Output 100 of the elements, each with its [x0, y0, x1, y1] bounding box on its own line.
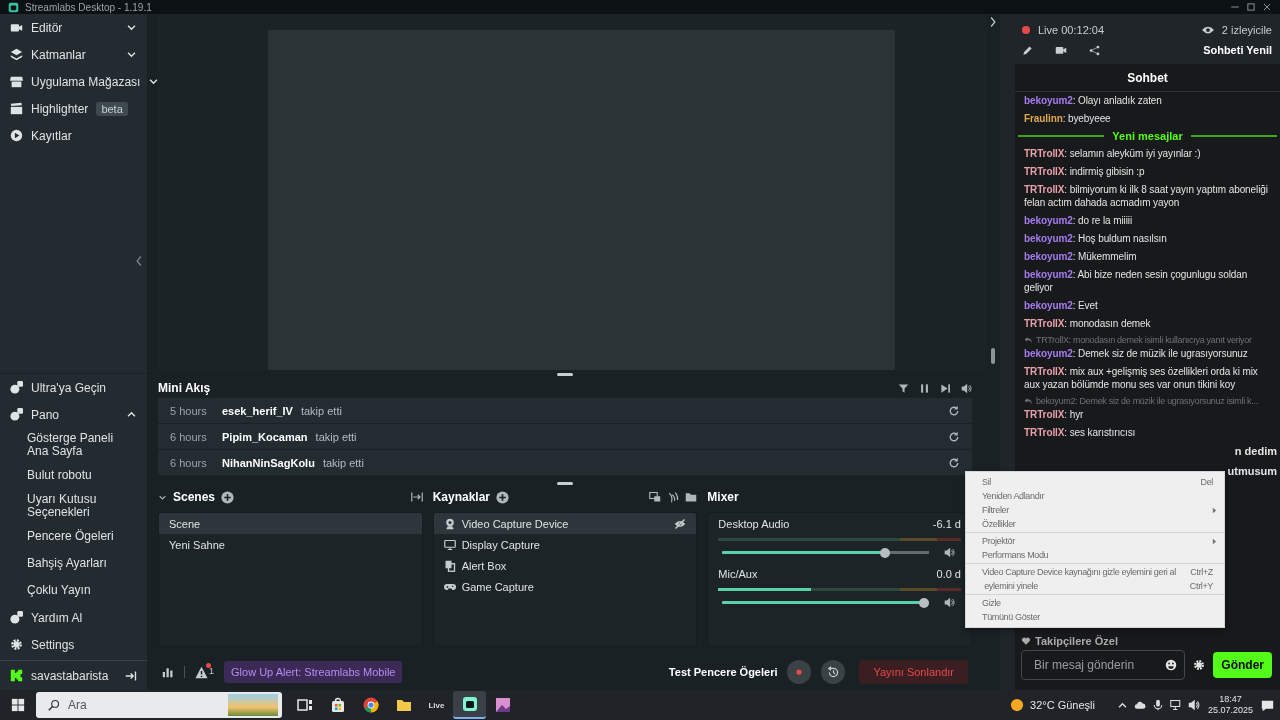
weather-text[interactable]: 32°C Güneşli	[1030, 699, 1095, 711]
volume-icon[interactable]	[944, 597, 955, 608]
sidebar-item[interactable]: Katmanlar	[0, 41, 147, 68]
channel-name: Mic/Aux	[718, 568, 758, 582]
network-icon[interactable]	[1169, 699, 1182, 711]
replay-button[interactable]	[821, 660, 846, 684]
menu-item[interactable]: Özellikler	[966, 517, 1224, 531]
volume-icon[interactable]	[1187, 699, 1200, 711]
volume-reading: 0.0 d	[936, 568, 961, 582]
chat-message: TRTrollX: monodasın demek	[1024, 317, 1152, 330]
ultra-icon	[10, 381, 23, 394]
slider-thumb[interactable]	[919, 597, 929, 608]
resize-handle[interactable]	[557, 481, 573, 485]
store-icon	[329, 697, 346, 713]
menu-item[interactable]: Gizle	[966, 596, 1224, 610]
source-item[interactable]: Display Capture	[433, 534, 697, 555]
chat-message: TRTrollX: hyr	[1024, 408, 1085, 421]
edit-icon[interactable]	[1022, 44, 1033, 56]
skip-icon[interactable]	[940, 382, 951, 394]
logout-icon[interactable]	[125, 669, 137, 682]
replay-icon[interactable]	[948, 404, 960, 417]
filter-icon[interactable]	[898, 382, 909, 394]
scene-item[interactable]: Scene	[159, 513, 422, 534]
sidebar-item[interactable]: Highlighter beta	[0, 95, 147, 122]
sidebar-subitem[interactable]: Gösterge Paneli Ana Sayfa	[0, 428, 147, 462]
menu-item[interactable]: eylemini yinele Ctrl+Y	[966, 579, 1224, 593]
sidebar-subitem[interactable]: Çoklu Yayın	[0, 577, 147, 604]
end-stream-button[interactable]: Yayını Sonlandır	[859, 660, 968, 684]
taskbar-app[interactable]: Live	[420, 691, 453, 719]
screens-icon[interactable]	[649, 491, 662, 503]
replay-icon[interactable]	[948, 430, 960, 443]
event-time: 6 hours	[170, 430, 208, 443]
chat-message: TRTrollX: mix aux +gelişmiş ses özellikleri orda ki mix aux yazan bölümde monu ses var onun tikini koy	[1024, 365, 1259, 391]
scene-item[interactable]: Yeni Sahne	[159, 534, 422, 555]
event-action: takip etti	[300, 404, 343, 417]
sidebar-item[interactable]: Kayıtlar	[0, 122, 147, 149]
panel-title: Scenes	[173, 490, 216, 504]
replay-icon[interactable]	[948, 456, 960, 469]
warning-icon[interactable]	[195, 665, 208, 679]
chat-message: bekoyum2: Abi bize neden sesin çogunlugu soldan geliyor	[1024, 268, 1249, 294]
new-messages-divider: Yeni mesajlar	[1112, 130, 1183, 142]
send-button[interactable]: Gönder	[1213, 652, 1272, 678]
notifications-icon[interactable]	[1261, 698, 1274, 712]
eye-slash-icon[interactable]	[674, 517, 687, 530]
kick-logo-icon	[10, 669, 23, 682]
notification-badge[interactable]: Glow Up Alert: Streamlabs Mobile	[224, 661, 403, 683]
pause-icon[interactable]	[919, 382, 930, 394]
menu-item[interactable]: Yeniden Adlandır	[966, 489, 1224, 503]
refresh-chat-link[interactable]: Sohbeti Yenil	[1203, 44, 1272, 56]
sidebar-item[interactable]: Editör	[0, 14, 147, 41]
menu-item[interactable]: Sil Del	[966, 475, 1224, 489]
settings-icon	[10, 638, 23, 651]
menu-item[interactable]: Performans Modu	[966, 548, 1224, 562]
sidebar-subitem[interactable]: Bahşiş Ayarları	[0, 550, 147, 577]
reply-note: TRTrollX: monodasın demek isimli kullanıcıya yanıt veriyor	[1036, 335, 1252, 346]
source-item[interactable]: Alert Box	[433, 555, 697, 576]
sidebar-item[interactable]: Ultra'ya Geçin	[0, 374, 147, 401]
sidebar-subitem[interactable]: Bulut robotu	[0, 462, 147, 489]
folder-icon	[395, 697, 412, 713]
slider-thumb[interactable]	[879, 547, 890, 558]
source-item[interactable]: Video Capture Device	[433, 513, 697, 534]
sidebar-item[interactable]: Yardım Al	[0, 604, 147, 631]
sidebar-subitem[interactable]: Pencere Ögeleri	[0, 523, 147, 550]
resize-handle[interactable]	[557, 372, 573, 376]
record-button[interactable]	[787, 660, 812, 684]
chat-input[interactable]: Bir mesaj gönderin	[1021, 650, 1186, 680]
taskbar-app[interactable]	[453, 691, 486, 719]
scrollbar-thumb[interactable]	[991, 348, 995, 364]
test-widgets-label[interactable]: Test Pencere Ögeleri	[668, 666, 778, 678]
panel-title: Kaynaklar	[432, 490, 491, 504]
menu-item[interactable]: Tümünü Göster	[966, 610, 1224, 624]
chat-message: bekoyum2: do re la miiiii	[1024, 214, 1134, 227]
maximize-icon[interactable]	[1246, 2, 1256, 12]
sidebar-item[interactable]: Pano	[0, 401, 147, 428]
add-icon[interactable]	[496, 490, 510, 504]
menu-item[interactable]: Projektör	[966, 534, 1224, 548]
folder-icon[interactable]	[685, 491, 698, 503]
share-icon[interactable]	[1089, 44, 1100, 56]
close-icon[interactable]	[1262, 2, 1272, 12]
sidebar-item[interactable]: Uygulama Mağazası	[0, 68, 147, 95]
camera-icon[interactable]	[1055, 44, 1067, 56]
clock[interactable]: 18:47 25.07.2025	[1207, 694, 1253, 716]
volume-icon[interactable]	[961, 382, 972, 394]
alert-box-icon	[443, 559, 456, 572]
sidebar-item[interactable]: Settings	[0, 631, 147, 658]
source-item[interactable]: Game Capture	[433, 576, 697, 597]
add-icon[interactable]	[221, 490, 235, 504]
event-user: Pipim_Kocaman	[222, 430, 308, 443]
emoji-icon[interactable]	[1165, 659, 1178, 671]
menu-item[interactable]: Filtreler	[966, 503, 1224, 517]
webcam-icon	[443, 517, 456, 530]
volume-icon[interactable]	[944, 547, 955, 558]
event-action: takip etti	[315, 430, 358, 443]
settings-icon[interactable]	[1193, 659, 1206, 671]
stats-icon[interactable]	[162, 666, 174, 678]
cloud-icon[interactable]	[1133, 699, 1146, 711]
transition-icon[interactable]	[410, 491, 423, 503]
chat-message: TRTrollX: ses karıstırıcısı	[1024, 426, 1137, 439]
menu-item[interactable]: Video Capture Device kaynağını gizle eylemini geri al Ctrl+Z	[966, 565, 1224, 579]
sidebar-subitem[interactable]: Uyarı Kutusu Seçenekleri	[0, 489, 147, 523]
